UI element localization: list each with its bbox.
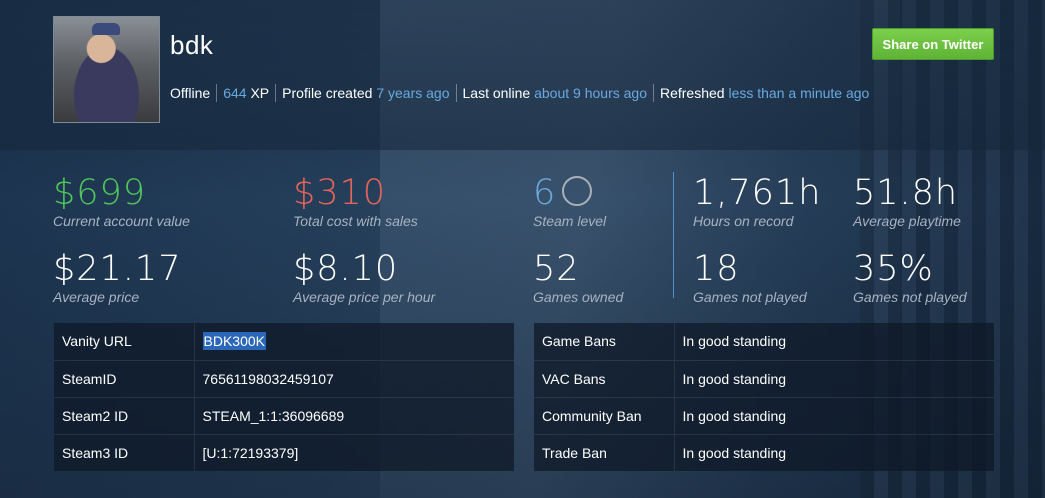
avatar[interactable]: [53, 16, 160, 123]
stat-label: Total cost with sales: [293, 213, 418, 229]
last-online-label: Last online: [462, 85, 531, 101]
row-key: Vanity URL: [54, 323, 195, 360]
stat-label: Average price: [53, 289, 140, 305]
stat-steam-level: 6 Steam level: [533, 174, 606, 229]
stat-avg-price-hour: $8.10 Average price per hour: [293, 250, 435, 305]
level-badge-icon: [562, 176, 593, 206]
stat-value: 51.8h: [853, 173, 959, 213]
row-key: SteamID: [54, 359, 195, 397]
table-row: Steam2 ID STEAM_1:1:36096689: [54, 396, 514, 434]
xp-unit: XP: [250, 85, 270, 101]
row-value[interactable]: [U:1:72193379]: [194, 433, 514, 471]
created-info: Profile created 7 years ago: [275, 84, 455, 102]
stat-hours: 1,761h Hours on record: [693, 174, 821, 229]
table-row: VAC Bans In good standing: [534, 359, 994, 397]
xp-value: 644: [223, 85, 247, 101]
avatar-hat: [92, 23, 120, 35]
stat-games-owned: 52 Games owned: [533, 250, 623, 305]
table-row: Game Bans In good standing: [534, 323, 994, 360]
stat-value: 6: [533, 174, 606, 212]
last-online-value: about 9 hours ago: [534, 85, 647, 101]
row-value: In good standing: [674, 396, 994, 434]
stat-value: $310: [293, 173, 387, 213]
row-key: VAC Bans: [534, 359, 675, 397]
table-row: Steam3 ID [U:1:72193379]: [54, 433, 514, 471]
stat-value: 35%: [853, 249, 934, 289]
stat-total-cost: $310 Total cost with sales: [293, 174, 418, 229]
stat-value: 1,761h: [693, 173, 822, 213]
stat-pct-not-played: 35% Games not played: [853, 250, 967, 305]
stat-value: 18: [693, 249, 740, 289]
share-on-twitter-button[interactable]: Share on Twitter: [872, 28, 994, 60]
row-key: Steam3 ID: [54, 433, 195, 471]
table-row: Trade Ban In good standing: [534, 433, 994, 471]
stat-label: Current account value: [53, 213, 190, 229]
row-value: In good standing: [674, 433, 994, 471]
refreshed-label: Refreshed: [659, 85, 725, 101]
stat-label: Games not played: [693, 289, 807, 305]
vanity-url-value[interactable]: BDK300K: [202, 332, 266, 351]
table-row: SteamID 76561198032459107: [54, 359, 514, 397]
stat-avg-price: $21.17 Average price: [53, 250, 181, 305]
refreshed-value: less than a minute ago: [728, 85, 870, 101]
table-row: Vanity URL BDK300K: [54, 323, 514, 360]
stat-label: Games not played: [853, 289, 967, 305]
row-key: Trade Ban: [534, 433, 675, 471]
row-value[interactable]: 76561198032459107: [194, 359, 514, 397]
stat-account-value: $699 Current account value: [53, 174, 190, 229]
username: bdk: [170, 30, 214, 60]
row-value[interactable]: BDK300K: [194, 323, 514, 360]
created-label: Profile created: [282, 85, 373, 101]
steam-ids-table: Vanity URL BDK300K SteamID 7656119803245…: [54, 323, 514, 471]
stats-divider: [673, 172, 674, 298]
steam-level-value: 6: [533, 173, 557, 213]
stat-value: $699: [53, 173, 147, 213]
stat-label: Steam level: [533, 213, 607, 229]
row-key: Steam2 ID: [54, 396, 195, 434]
stat-label: Games owned: [533, 289, 624, 305]
created-value: 7 years ago: [376, 85, 450, 101]
row-key: Community Ban: [534, 396, 675, 434]
stat-value: $8.10: [293, 249, 399, 289]
row-value: In good standing: [682, 333, 787, 350]
stat-value: 52: [533, 249, 580, 289]
status-text: Offline: [170, 85, 211, 101]
bans-table: Game Bans In good standing VAC Bans In g…: [534, 323, 994, 471]
table-row: Community Ban In good standing: [534, 396, 994, 434]
row-value[interactable]: STEAM_1:1:36096689: [194, 396, 514, 434]
stat-avg-playtime: 51.8h Average playtime: [853, 174, 961, 229]
stat-games-not-played: 18 Games not played: [693, 250, 807, 305]
stat-label: Average price per hour: [293, 289, 436, 305]
row-key: Game Bans: [534, 323, 675, 360]
refreshed-info: Refreshed less than a minute ago: [652, 84, 875, 102]
profile-header: bdk Offline 644 XP Profile created 7 yea…: [0, 0, 1045, 150]
profile-meta: Offline 644 XP Profile created 7 years a…: [170, 84, 875, 102]
stat-value: $21.17: [53, 249, 182, 289]
stat-label: Hours on record: [693, 213, 794, 229]
row-value: In good standing: [674, 359, 994, 397]
xp-info: 644 XP: [216, 84, 275, 102]
last-online-info: Last online about 9 hours ago: [455, 84, 653, 102]
stat-label: Average playtime: [853, 213, 961, 229]
